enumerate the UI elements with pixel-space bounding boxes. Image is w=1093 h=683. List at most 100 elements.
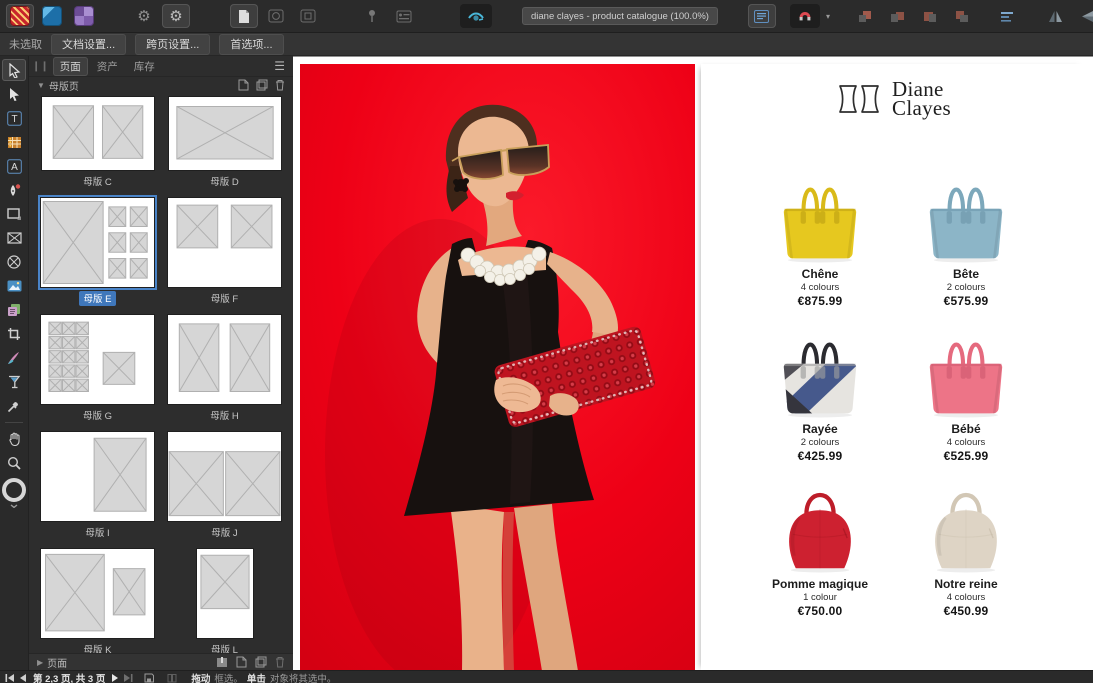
master-page-item[interactable]: 母版 F [164, 198, 285, 306]
move-tool-icon[interactable] [2, 59, 26, 81]
master-page-item[interactable]: 母版 D [164, 97, 285, 189]
save-icon[interactable] [144, 673, 154, 683]
vector-brush-tool-icon[interactable] [2, 347, 26, 369]
master-page-item[interactable]: 母版 I [37, 432, 158, 540]
add-page-icon[interactable] [236, 656, 247, 668]
fill-tool-icon[interactable] [2, 371, 26, 393]
master-page-thumbnail[interactable] [168, 315, 281, 404]
product-card[interactable]: Bébé 4 colours €525.99 [893, 323, 1039, 478]
spread-setup-button[interactable]: 跨页设置... [135, 34, 210, 55]
product-image[interactable] [911, 323, 1021, 420]
flip-vertical-icon[interactable] [1074, 4, 1093, 28]
pages-section-header[interactable]: ▶ 页面 [29, 653, 293, 670]
product-image[interactable] [911, 478, 1021, 575]
product-card[interactable]: Pomme magique 1 colour €750.00 [747, 478, 893, 633]
master-page-thumbnail[interactable] [42, 97, 154, 170]
previous-page-icon[interactable] [19, 674, 26, 682]
delete-master-page-icon[interactable] [275, 79, 285, 91]
arrange-to-front-icon[interactable] [852, 4, 880, 28]
panel-tab-资产[interactable]: 资产 [90, 57, 125, 76]
picture-frame-rect-tool-icon[interactable] [2, 227, 26, 249]
product-image[interactable] [765, 168, 875, 265]
alignment-icon[interactable] [994, 4, 1022, 28]
model-photo[interactable] [300, 64, 695, 670]
master-page-thumbnail[interactable] [168, 432, 281, 521]
master-page-item[interactable]: 母版 K [37, 549, 158, 653]
next-page-icon[interactable] [112, 674, 119, 682]
master-page-item[interactable]: 母版 L [164, 549, 285, 653]
book-icon[interactable] [167, 673, 177, 683]
delete-page-icon[interactable] [275, 656, 285, 668]
page-preview-mode-icon[interactable] [230, 4, 258, 28]
zoom-tool-icon[interactable] [2, 452, 26, 474]
crop-tool-icon[interactable] [2, 323, 26, 345]
view-hand-tool-icon[interactable] [2, 428, 26, 450]
duplicate-master-page-icon[interactable] [256, 79, 268, 91]
product-card[interactable]: Bête 2 colours €575.99 [893, 168, 1039, 323]
product-image[interactable] [911, 168, 1021, 265]
pin-icon[interactable] [358, 4, 386, 28]
master-page-item[interactable]: 母版 H [164, 315, 285, 423]
document-gear-icon[interactable]: ⚙ [162, 4, 190, 28]
flip-horizontal-icon[interactable] [1042, 4, 1070, 28]
frame-square-mode-icon[interactable] [294, 4, 322, 28]
picture-frame-ellipse-tool-icon[interactable] [2, 251, 26, 273]
product-image[interactable] [765, 478, 875, 575]
duplicate-page-icon[interactable] [255, 656, 267, 668]
affinity-designer-icon[interactable] [38, 4, 66, 28]
arrange-to-back-icon[interactable] [948, 4, 976, 28]
first-page-icon[interactable] [5, 674, 14, 682]
place-image-tool-icon[interactable] [2, 275, 26, 297]
panel-grip-icon[interactable]: ❙❙ [32, 61, 49, 72]
panel-tab-库存[interactable]: 库存 [127, 57, 162, 76]
pen-tool-icon[interactable] [2, 179, 26, 201]
master-page-item[interactable]: 母版 C [37, 97, 158, 189]
node-tool-icon[interactable] [2, 83, 26, 105]
affinity-publisher-icon[interactable] [6, 4, 34, 28]
catalogue-page[interactable]: Diane Clayes Chêne 4 colours €875.99 [701, 64, 1086, 670]
master-page-thumbnail[interactable] [41, 315, 154, 404]
snapping-dropdown-icon[interactable]: ▾ [826, 12, 830, 21]
frame-text-tool-icon[interactable]: T [2, 107, 26, 129]
master-page-thumbnail[interactable] [168, 198, 281, 287]
table-tool-icon[interactable] [2, 131, 26, 153]
color-picker-tool-icon[interactable] [2, 395, 26, 417]
preview-toggle-icon[interactable] [460, 4, 492, 28]
master-page-thumbnail[interactable] [197, 549, 253, 638]
artistic-text-tool-icon[interactable]: A [2, 155, 26, 177]
arrange-forward-icon[interactable] [884, 4, 912, 28]
arrange-backward-icon[interactable] [916, 4, 944, 28]
master-page-item[interactable]: 母版 J [164, 432, 285, 540]
snapping-magnet-icon[interactable] [790, 4, 820, 28]
paragraph-panel-icon[interactable] [748, 4, 776, 28]
apply-master-icon[interactable] [216, 656, 228, 668]
photo-page[interactable] [300, 64, 695, 670]
master-page-thumbnail[interactable] [41, 549, 154, 638]
rectangle-tool-icon[interactable] [2, 203, 26, 225]
brand-logo[interactable]: Diane Clayes [701, 80, 1086, 119]
panel-menu-icon[interactable]: ☰ [274, 59, 285, 73]
panel-tab-页面[interactable]: 页面 [53, 57, 88, 76]
settings-gear-icon[interactable]: ⚙ [130, 4, 158, 28]
document-setup-button[interactable]: 文档设置... [51, 34, 126, 55]
master-page-thumbnail[interactable] [169, 97, 281, 170]
collapse-chevron-icon[interactable]: ▼ [37, 81, 45, 90]
master-page-item[interactable]: 母版 G [37, 315, 158, 423]
last-page-icon[interactable] [124, 674, 133, 682]
product-card[interactable]: Notre reine 4 colours €450.99 [893, 478, 1039, 633]
master-page-thumbnail[interactable] [41, 432, 154, 521]
details-card-icon[interactable] [390, 4, 418, 28]
product-image[interactable] [765, 323, 875, 420]
canvas[interactable]: Diane Clayes Chêne 4 colours €875.99 [293, 56, 1093, 670]
master-page-item[interactable]: 母版 E [37, 198, 158, 306]
pages-tool-icon[interactable] [2, 299, 26, 321]
master-page-thumbnail[interactable] [41, 198, 154, 287]
add-master-page-icon[interactable] [238, 79, 249, 91]
master-pages-header[interactable]: ▼ 母版页 [29, 77, 293, 93]
color-ring-selector[interactable] [2, 476, 26, 510]
product-card[interactable]: Rayée 2 colours €425.99 [747, 323, 893, 478]
affinity-photo-icon[interactable] [70, 4, 98, 28]
frame-circle-mode-icon[interactable] [262, 4, 290, 28]
preferences-button[interactable]: 首选项... [219, 34, 283, 55]
product-card[interactable]: Chêne 4 colours €875.99 [747, 168, 893, 323]
